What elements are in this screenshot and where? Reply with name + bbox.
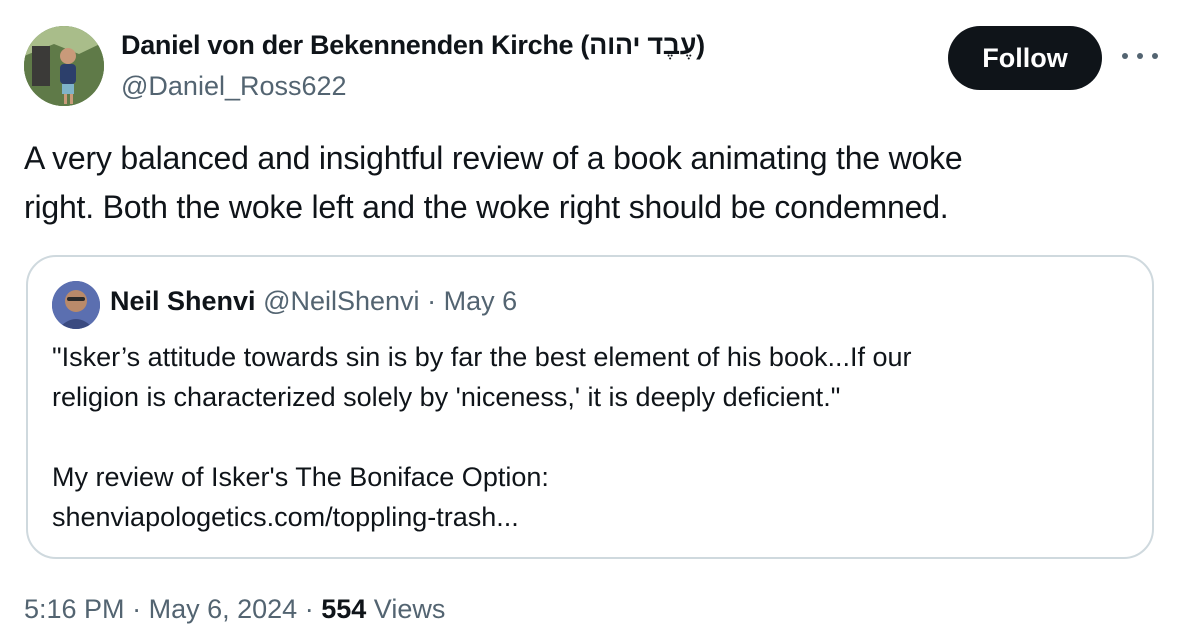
quoted-avatar-photo <box>52 281 100 329</box>
tweet-text-line: A very balanced and insightful review of… <box>24 140 963 176</box>
quoted-link[interactable]: shenviapologetics.com/toppling-trash... <box>52 497 1132 537</box>
dot <box>1137 53 1143 59</box>
tweet-metadata: 5:16 PM · May 6, 2024 · 554 Views <box>24 594 445 625</box>
author-display-name[interactable]: Daniel von der Bekennenden Kirche (עֶבֶד… <box>121 30 705 61</box>
quoted-text-line: "Isker’s attitude towards sin is by far … <box>52 342 912 372</box>
quoted-tweet-date[interactable]: May 6 <box>444 286 518 316</box>
quoted-author-handle[interactable]: @NeilShenvi <box>263 286 419 316</box>
quoted-tweet-card[interactable]: Neil Shenvi @NeilShenvi · May 6 "Isker’s… <box>26 255 1154 559</box>
separator: · <box>427 286 437 316</box>
quoted-author-avatar[interactable] <box>52 281 100 329</box>
quoted-author-name[interactable]: Neil Shenvi <box>110 286 256 316</box>
tweet-text-line: right. Both the woke left and the woke r… <box>24 189 949 225</box>
separator: · <box>132 594 142 624</box>
author-avatar[interactable] <box>24 26 104 106</box>
quoted-text-line: My review of Isker's The Boniface Option… <box>52 462 549 492</box>
separator: · <box>304 594 314 624</box>
dot <box>1152 53 1158 59</box>
quoted-text-line: religion is characterized solely by 'nic… <box>52 382 841 412</box>
views-count: 554 <box>321 594 367 624</box>
dot <box>1122 53 1128 59</box>
avatar-photo <box>24 26 104 106</box>
tweet-text: A very balanced and insightful review of… <box>24 134 1124 232</box>
views-label: Views <box>373 594 446 624</box>
quoted-tweet-header: Neil Shenvi @NeilShenvi · May 6 <box>110 286 517 317</box>
author-handle[interactable]: @Daniel_Ross622 <box>121 71 347 102</box>
tweet-date[interactable]: May 6, 2024 <box>149 594 298 624</box>
follow-button[interactable]: Follow <box>948 26 1102 90</box>
quoted-tweet-text: "Isker’s attitude towards sin is by far … <box>52 337 1132 537</box>
tweet-time[interactable]: 5:16 PM <box>24 594 125 624</box>
more-options-icon[interactable] <box>1122 44 1158 68</box>
